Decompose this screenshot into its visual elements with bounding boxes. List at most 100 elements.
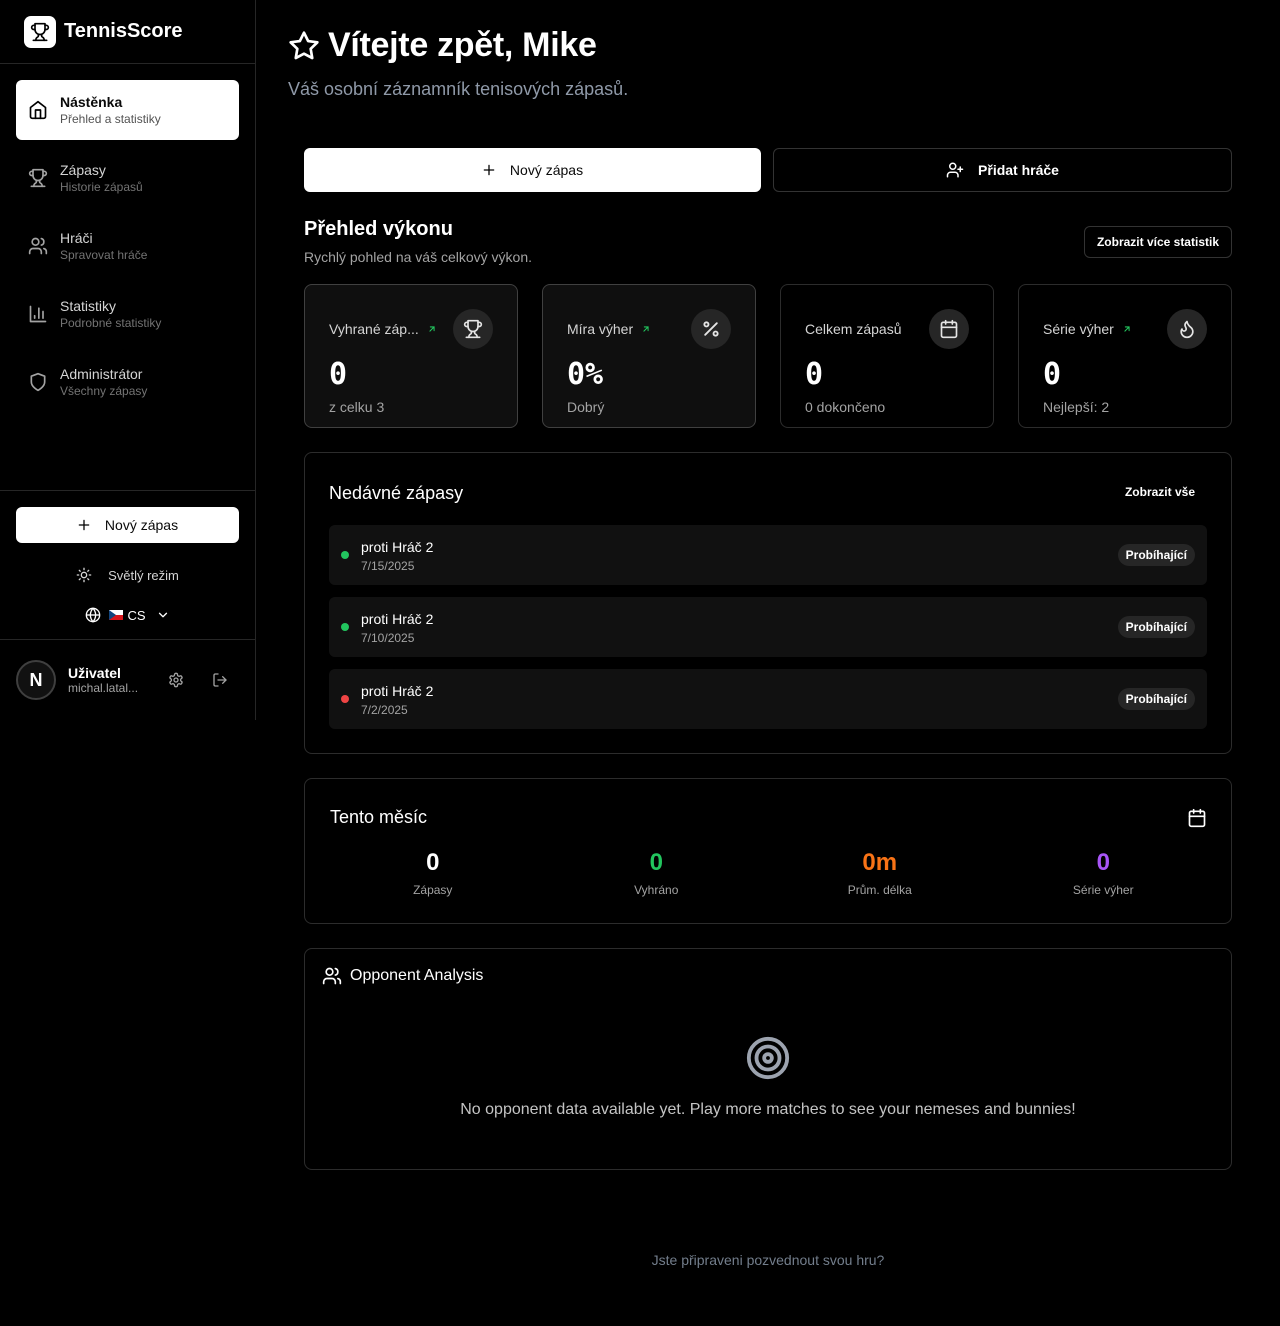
empty-state-text: No opponent data available yet. Play mor…	[460, 1101, 1076, 1118]
status-dot	[341, 551, 349, 559]
sidebar-new-match-button[interactable]: Nový zápas	[16, 507, 239, 543]
logout-button[interactable]	[210, 670, 230, 690]
month-stat-label: Vyhráno	[634, 883, 679, 897]
calendar-icon	[1187, 808, 1207, 828]
settings-button[interactable]	[166, 670, 186, 690]
stat-cards: Vyhrané záp... 0 z celku 3 Míra výher 0%…	[304, 284, 1232, 428]
sidebar-item-admin[interactable]: Administrátor Všechny zápasy	[16, 352, 239, 412]
theme-toggle[interactable]: Světlý režim	[16, 559, 239, 591]
match-date: 7/10/2025	[361, 631, 415, 645]
page-title: Vítejte zpět, Mike	[328, 26, 597, 64]
user-name: Uživatel	[68, 665, 121, 681]
trend-up-icon	[1124, 326, 1130, 332]
plus-icon	[78, 519, 90, 531]
month-stat-matches: 0 Zápasy	[321, 849, 545, 897]
plus-icon	[483, 164, 495, 176]
sidebar-item-statistics[interactable]: Statistiky Podrobné statistiky	[16, 284, 239, 344]
match-list: proti Hráč 2 7/15/2025 Probíhající proti…	[329, 525, 1207, 741]
language-code: CS	[127, 607, 146, 623]
stat-label: Vyhrané záp...	[329, 321, 419, 337]
trophy-icon	[453, 309, 493, 349]
sidebar-item-players[interactable]: Hráči Spravovat hráče	[16, 216, 239, 276]
month-stat-value: 0m	[862, 849, 898, 876]
recent-matches: Nedávné zápasy Zobrazit vše proti Hráč 2…	[304, 452, 1232, 754]
add-player-label: Přidat hráče	[978, 162, 1059, 178]
stat-value: 0	[329, 357, 348, 392]
status-badge: Probíhající	[1117, 544, 1195, 566]
percent-icon	[691, 309, 731, 349]
stat-label: Míra výher	[567, 321, 634, 337]
stat-card-wins[interactable]: Vyhrané záp... 0 z celku 3	[304, 284, 518, 428]
stat-value: 0	[1043, 357, 1062, 392]
sidebar-item-label: Nástěnka	[60, 94, 123, 110]
welcome-header: Vítejte zpět, Mike	[288, 26, 1248, 65]
stat-value: 0	[805, 357, 824, 392]
month-stat-label: Prům. délka	[847, 883, 912, 897]
sidebar-new-match-label: Nový zápas	[104, 517, 179, 533]
shield-icon	[28, 372, 48, 392]
month-stat-streak: 0 Série výher	[992, 849, 1216, 897]
stat-card-win-streak[interactable]: Série výher 0 Nejlepší: 2	[1018, 284, 1232, 428]
month-stat-value: 0	[426, 849, 440, 876]
main-content: Vítejte zpět, Mike Váš osobní záznamník …	[288, 0, 1248, 1170]
this-month-title: Tento měsíc	[330, 807, 428, 827]
user-plus-icon	[946, 162, 964, 178]
stat-label: Celkem zápasů	[805, 321, 902, 337]
opponent-analysis-title: Opponent Analysis	[350, 967, 484, 984]
sidebar-item-matches[interactable]: Zápasy Historie zápasů	[16, 148, 239, 208]
quick-actions: Nový zápas Přidat hráče	[304, 148, 1232, 192]
stat-card-win-rate[interactable]: Míra výher 0% Dobrý	[542, 284, 756, 428]
sidebar-item-label: Statistiky	[60, 298, 117, 314]
page-subtitle: Váš osobní záznamník tenisových zápasů.	[288, 79, 629, 99]
sidebar-nav: Nástěnka Přehled a statistiky Zápasy His…	[0, 64, 255, 436]
chevron-down-icon	[158, 612, 167, 618]
czech-flag-icon	[109, 610, 124, 620]
sidebar-item-subtitle: Všechny zápasy	[60, 384, 148, 398]
match-opponent: proti Hráč 2	[361, 683, 434, 699]
home-icon	[28, 100, 48, 120]
recent-matches-title: Nedávné zápasy	[329, 483, 464, 503]
trophy-logo-icon	[24, 15, 56, 48]
sidebar-item-label: Administrátor	[60, 366, 143, 382]
star-icon	[289, 30, 319, 59]
status-dot	[341, 695, 349, 703]
sidebar-item-subtitle: Podrobné statistiky	[60, 316, 162, 330]
sidebar-item-label: Zápasy	[60, 162, 106, 178]
logout-icon	[213, 673, 227, 687]
match-opponent: proti Hráč 2	[361, 611, 434, 627]
list-item[interactable]: proti Hráč 2 7/15/2025 Probíhající	[329, 525, 1207, 585]
brand-name: TennisScore	[64, 20, 183, 42]
sidebar-item-subtitle: Spravovat hráče	[60, 248, 148, 262]
bar-chart-icon	[28, 304, 48, 324]
new-match-button[interactable]: Nový zápas	[304, 148, 761, 192]
sidebar-item-dashboard[interactable]: Nástěnka Přehled a statistiky	[16, 80, 239, 140]
stat-value: 0%	[567, 357, 604, 392]
sidebar-footer: Nový zápas Světlý režim CS	[0, 490, 255, 647]
match-date: 7/15/2025	[361, 559, 415, 573]
trophy-icon	[28, 168, 48, 188]
user-email: michal.latal...	[68, 681, 139, 695]
user-profile: N Uživatel michal.latal...	[0, 639, 255, 720]
avatar[interactable]: N	[16, 660, 56, 700]
sidebar-item-label: Hráči	[60, 230, 93, 246]
add-player-button[interactable]: Přidat hráče	[773, 148, 1232, 192]
footer-tagline: Jste připraveni pozvednout svou hru?	[651, 1252, 885, 1268]
language-select[interactable]: CS	[16, 599, 239, 631]
globe-icon	[86, 607, 101, 623]
more-stats-button[interactable]: Zobrazit více statistik	[1083, 226, 1232, 258]
sidebar-item-subtitle: Historie zápasů	[60, 180, 143, 194]
status-dot	[341, 623, 349, 631]
trend-up-icon	[643, 326, 649, 332]
month-stat-avg-length: 0m Prům. délka	[768, 849, 992, 897]
brand[interactable]: TennisScore	[0, 0, 255, 64]
match-opponent: proti Hráč 2	[361, 539, 434, 555]
performance-header: Přehled výkonu Rychlý pohled na váš celk…	[304, 218, 1232, 265]
target-icon	[745, 1035, 791, 1081]
list-item[interactable]: proti Hráč 2 7/2/2025 Probíhající	[329, 669, 1207, 729]
status-badge: Probíhající	[1117, 688, 1195, 710]
this-month-stats: 0 Zápasy 0 Vyhráno 0m Prům. délka 0 Séri…	[321, 849, 1215, 897]
view-all-link[interactable]: Zobrazit vše	[1125, 485, 1195, 499]
list-item[interactable]: proti Hráč 2 7/10/2025 Probíhající	[329, 597, 1207, 657]
stat-card-total-matches[interactable]: Celkem zápasů 0 0 dokončeno	[780, 284, 994, 428]
month-stat-won: 0 Vyhráno	[545, 849, 769, 897]
